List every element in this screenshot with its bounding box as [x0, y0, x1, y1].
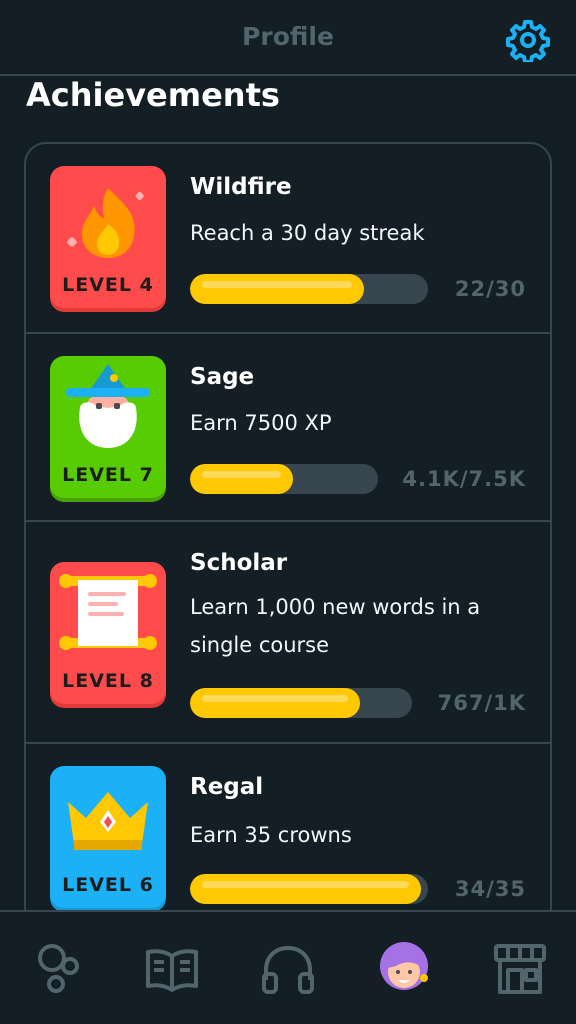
progress-fill: [190, 874, 422, 904]
achievement-row-scholar[interactable]: LEVEL 8 Scholar Learn 1,000 new words in…: [26, 522, 550, 744]
progress-bar: [190, 274, 428, 304]
badge-level: LEVEL 8: [62, 670, 154, 692]
progress-bar: [190, 874, 428, 904]
stories-icon[interactable]: [26, 938, 90, 1002]
achievement-row-wildfire[interactable]: LEVEL 4 Wildfire Reach a 30 day streak 2…: [26, 144, 550, 334]
achievement-description: Reach a 30 day streak: [190, 221, 425, 245]
headphones-icon[interactable]: [256, 938, 320, 1002]
profile-avatar-icon[interactable]: [372, 938, 436, 1002]
page-title: Profile: [242, 22, 334, 51]
badge-regal: LEVEL 6: [50, 766, 166, 908]
progress-bar: [190, 688, 412, 718]
achievement-title: Regal: [190, 774, 264, 800]
gear-icon[interactable]: [506, 18, 550, 64]
progress-bar: [190, 464, 378, 494]
crown-icon: [68, 792, 148, 850]
badge-level: LEVEL 6: [62, 874, 154, 896]
achievement-title: Wildfire: [190, 174, 292, 200]
shop-icon[interactable]: [488, 938, 552, 1002]
bottom-nav: [0, 910, 576, 1024]
badge-level: LEVEL 4: [62, 274, 154, 296]
progress-count: 22/30: [454, 277, 526, 301]
progress-fill: [190, 688, 361, 718]
wizard-icon: [66, 364, 150, 448]
badge-level: LEVEL 7: [62, 464, 154, 486]
progress-fill: [190, 274, 365, 304]
fire-icon: [67, 188, 144, 258]
book-icon[interactable]: [140, 938, 204, 1002]
achievement-description: Learn 1,000 new words in a single course: [190, 595, 481, 657]
section-title: Achievements: [26, 76, 280, 114]
achievement-title: Sage: [190, 364, 255, 390]
badge-scholar: LEVEL 8: [50, 562, 166, 704]
achievements-card: LEVEL 4 Wildfire Reach a 30 day streak 2…: [24, 142, 552, 942]
badge-wildfire: LEVEL 4: [50, 166, 166, 308]
achievement-description: Earn 35 crowns: [190, 823, 352, 847]
progress-fill: [190, 464, 293, 494]
top-bar: Profile: [0, 0, 576, 76]
achievement-row-sage[interactable]: LEVEL 7 Sage Earn 7500 XP 4.1K/7.5K: [26, 334, 550, 522]
progress-count: 4.1K/7.5K: [402, 467, 526, 491]
achievement-description: Earn 7500 XP: [190, 411, 332, 435]
badge-sage: LEVEL 7: [50, 356, 166, 498]
scroll-icon: [59, 574, 157, 650]
achievement-title: Scholar: [190, 550, 288, 576]
progress-count: 34/35: [454, 877, 526, 901]
progress-count: 767/1K: [437, 691, 526, 715]
